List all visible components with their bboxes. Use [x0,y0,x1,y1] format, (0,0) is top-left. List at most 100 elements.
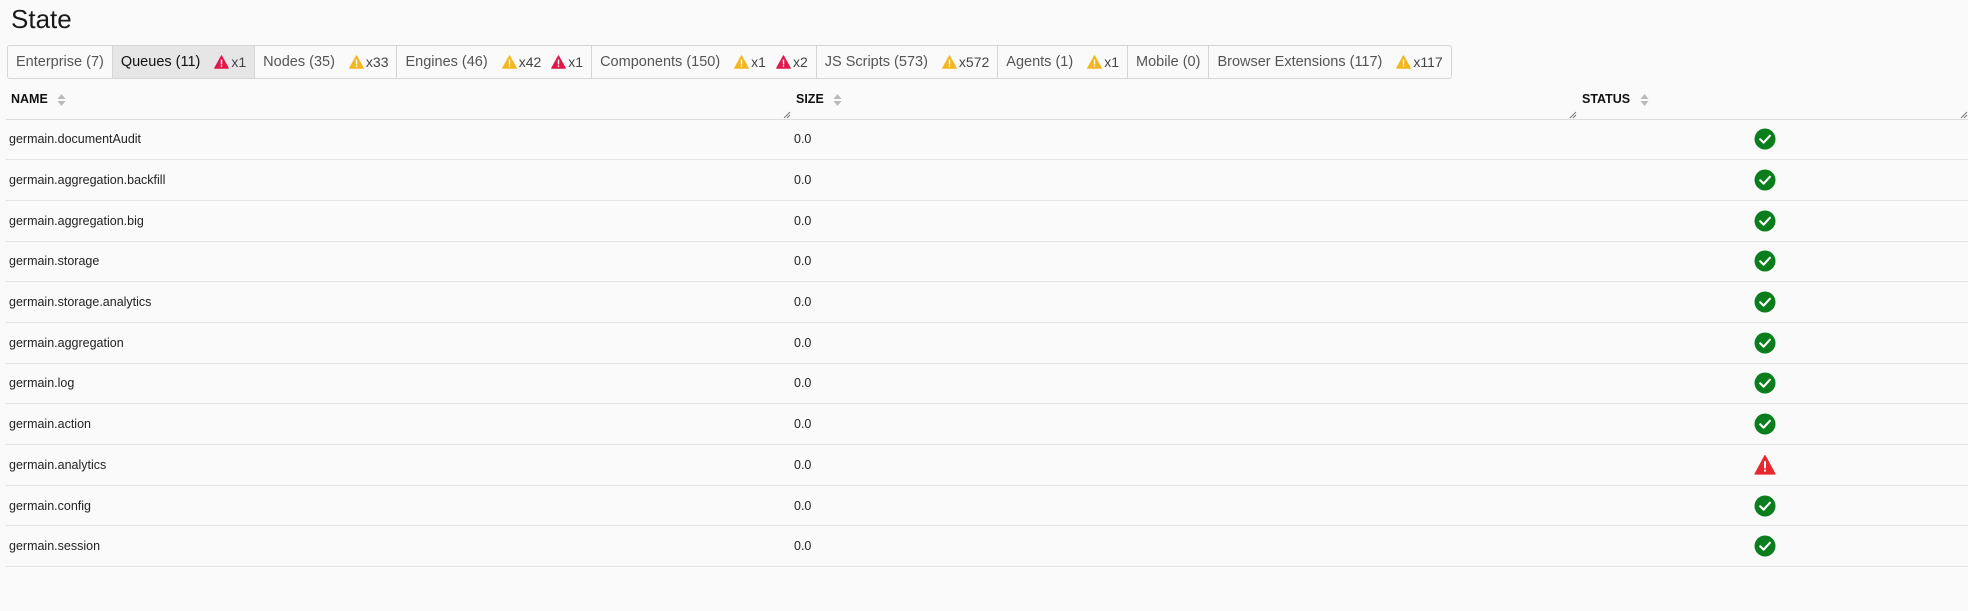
queue-status-cell [1577,119,1968,161]
tab-nodes[interactable]: Nodes (35) x33 [255,46,398,78]
queues-table: NAME SIZE STATUS germain.documentAudit 0… [6,80,1968,568]
queue-name-cell: germain.aggregation.backfill [6,159,791,201]
status-ok-check-icon [1754,535,1776,557]
status-ok-check-icon [1754,169,1776,191]
queue-name-cell: germain.aggregation [6,322,791,364]
tab-alert-count: x42 [518,54,542,70]
tab-label: Engines (46) [405,54,488,70]
column-header-size[interactable]: SIZE [791,80,1577,120]
queue-size-cell: 0.0 [791,241,1577,283]
status-ok-check-icon [1754,413,1776,435]
queue-size-cell: 0.0 [791,444,1577,486]
tab-js-scripts[interactable]: JS Scripts (573) x572 [817,46,999,78]
table-row[interactable]: germain.config 0.0 [6,485,1968,527]
column-resize-handle[interactable] [783,111,791,119]
column-header-name[interactable]: NAME [6,80,791,120]
queue-status-cell [1577,159,1968,201]
page-title: State [11,4,72,34]
error-triangle-icon [776,55,791,69]
warning-triangle-icon [734,55,750,69]
tab-label: Browser Extensions (117) [1217,54,1383,70]
queue-name-cell: germain.storage.analytics [6,281,791,323]
tab-label: Mobile (0) [1135,54,1201,70]
warning-triangle-icon [501,55,517,69]
status-ok-check-icon [1754,291,1776,313]
column-resize-handle[interactable] [1569,111,1577,119]
state-page: State Enterprise (7) Queues (11) x1 Nodes (… [0,0,1968,611]
queue-size-cell: 0.0 [791,119,1577,161]
queue-size-cell: 0.0 [791,363,1577,405]
sort-icon[interactable] [1640,93,1649,107]
queue-status-cell [1577,200,1968,242]
tab-alert-count: x117 [1413,54,1443,70]
table-row[interactable]: germain.aggregation.big 0.0 [6,200,1968,242]
tab-label: Queues (11) [120,54,201,70]
status-ok-check-icon [1754,128,1776,150]
tab-alert-count: x1 [751,54,766,70]
queue-status-cell [1577,241,1968,283]
sort-icon[interactable] [833,93,842,107]
column-header-name-label: NAME [11,91,48,106]
table-row[interactable]: germain.documentAudit 0.0 [6,119,1968,161]
table-row[interactable]: germain.log 0.0 [6,363,1968,405]
status-ok-check-icon [1754,495,1776,517]
queue-name-cell: germain.config [6,485,791,527]
status-ok-check-icon [1754,250,1776,272]
queue-size-cell: 0.0 [791,525,1577,568]
tab-alert-badge: x1 [551,54,583,70]
table-row[interactable]: germain.storage.analytics 0.0 [6,281,1968,323]
queue-status-cell [1577,444,1968,486]
column-resize-handle[interactable] [1960,111,1968,119]
tab-queues[interactable]: Queues (11) x1 [112,46,256,78]
warning-triangle-icon [1396,55,1412,69]
tab-alert-count: x1 [1104,54,1119,70]
column-header-size-label: SIZE [796,91,824,106]
queue-status-cell [1577,403,1968,445]
warning-triangle-icon [942,55,957,69]
tab-alert-count: x2 [792,54,808,70]
tab-label: Agents (1) [1006,54,1074,70]
queue-name-cell: germain.action [6,403,791,445]
tab-browser-extensions[interactable]: Browser Extensions (117) x117 [1209,46,1450,78]
status-ok-check-icon [1754,332,1776,354]
table-row[interactable]: germain.storage 0.0 [6,241,1968,283]
queue-name-cell: germain.aggregation.big [6,200,791,242]
table-row[interactable]: germain.aggregation.backfill 0.0 [6,159,1968,201]
table-row[interactable]: germain.aggregation 0.0 [6,322,1968,364]
tab-components[interactable]: Components (150) x1 x2 [592,46,817,78]
table-header-row: NAME SIZE STATUS [6,80,1968,120]
queue-status-cell [1577,485,1968,527]
queue-name-cell: germain.analytics [6,444,791,486]
tab-alert-count: x1 [231,54,247,70]
queue-name-cell: germain.documentAudit [6,119,791,161]
queue-size-cell: 0.0 [791,159,1577,201]
tab-mobile[interactable]: Mobile (0) [1128,46,1210,78]
tab-label: JS Scripts (573) [824,54,928,70]
tab-alert-badge: x572 [942,54,989,70]
sort-icon[interactable] [57,93,66,107]
queue-size-cell: 0.0 [791,200,1577,242]
error-triangle-icon [214,55,230,69]
error-triangle-icon [551,55,567,69]
tab-enterprise[interactable]: Enterprise (7) [8,46,113,78]
tab-alert-count: x1 [568,54,584,70]
queue-status-cell [1577,322,1968,364]
table-row[interactable]: germain.session 0.0 [6,525,1968,568]
tab-agents[interactable]: Agents (1) x1 [998,46,1128,78]
table-row[interactable]: germain.analytics 0.0 [6,444,1968,486]
tab-alert-badge: x117 [1396,54,1443,70]
queue-size-cell: 0.0 [791,403,1577,445]
warning-triangle-icon [349,55,364,69]
queue-size-cell: 0.0 [791,485,1577,527]
tab-alert-badge: x33 [349,54,388,70]
column-header-status[interactable]: STATUS [1577,80,1968,120]
status-ok-check-icon [1754,210,1776,232]
table-row[interactable]: germain.action 0.0 [6,403,1968,445]
queue-status-cell [1577,525,1968,568]
tab-label: Components (150) [600,54,721,70]
queue-name-cell: germain.log [6,363,791,405]
tab-engines[interactable]: Engines (46) x42 x1 [397,46,593,78]
status-ok-check-icon [1754,372,1776,394]
status-error-triangle-icon [1754,454,1776,475]
tab-alert-badge: x1 [734,54,766,70]
